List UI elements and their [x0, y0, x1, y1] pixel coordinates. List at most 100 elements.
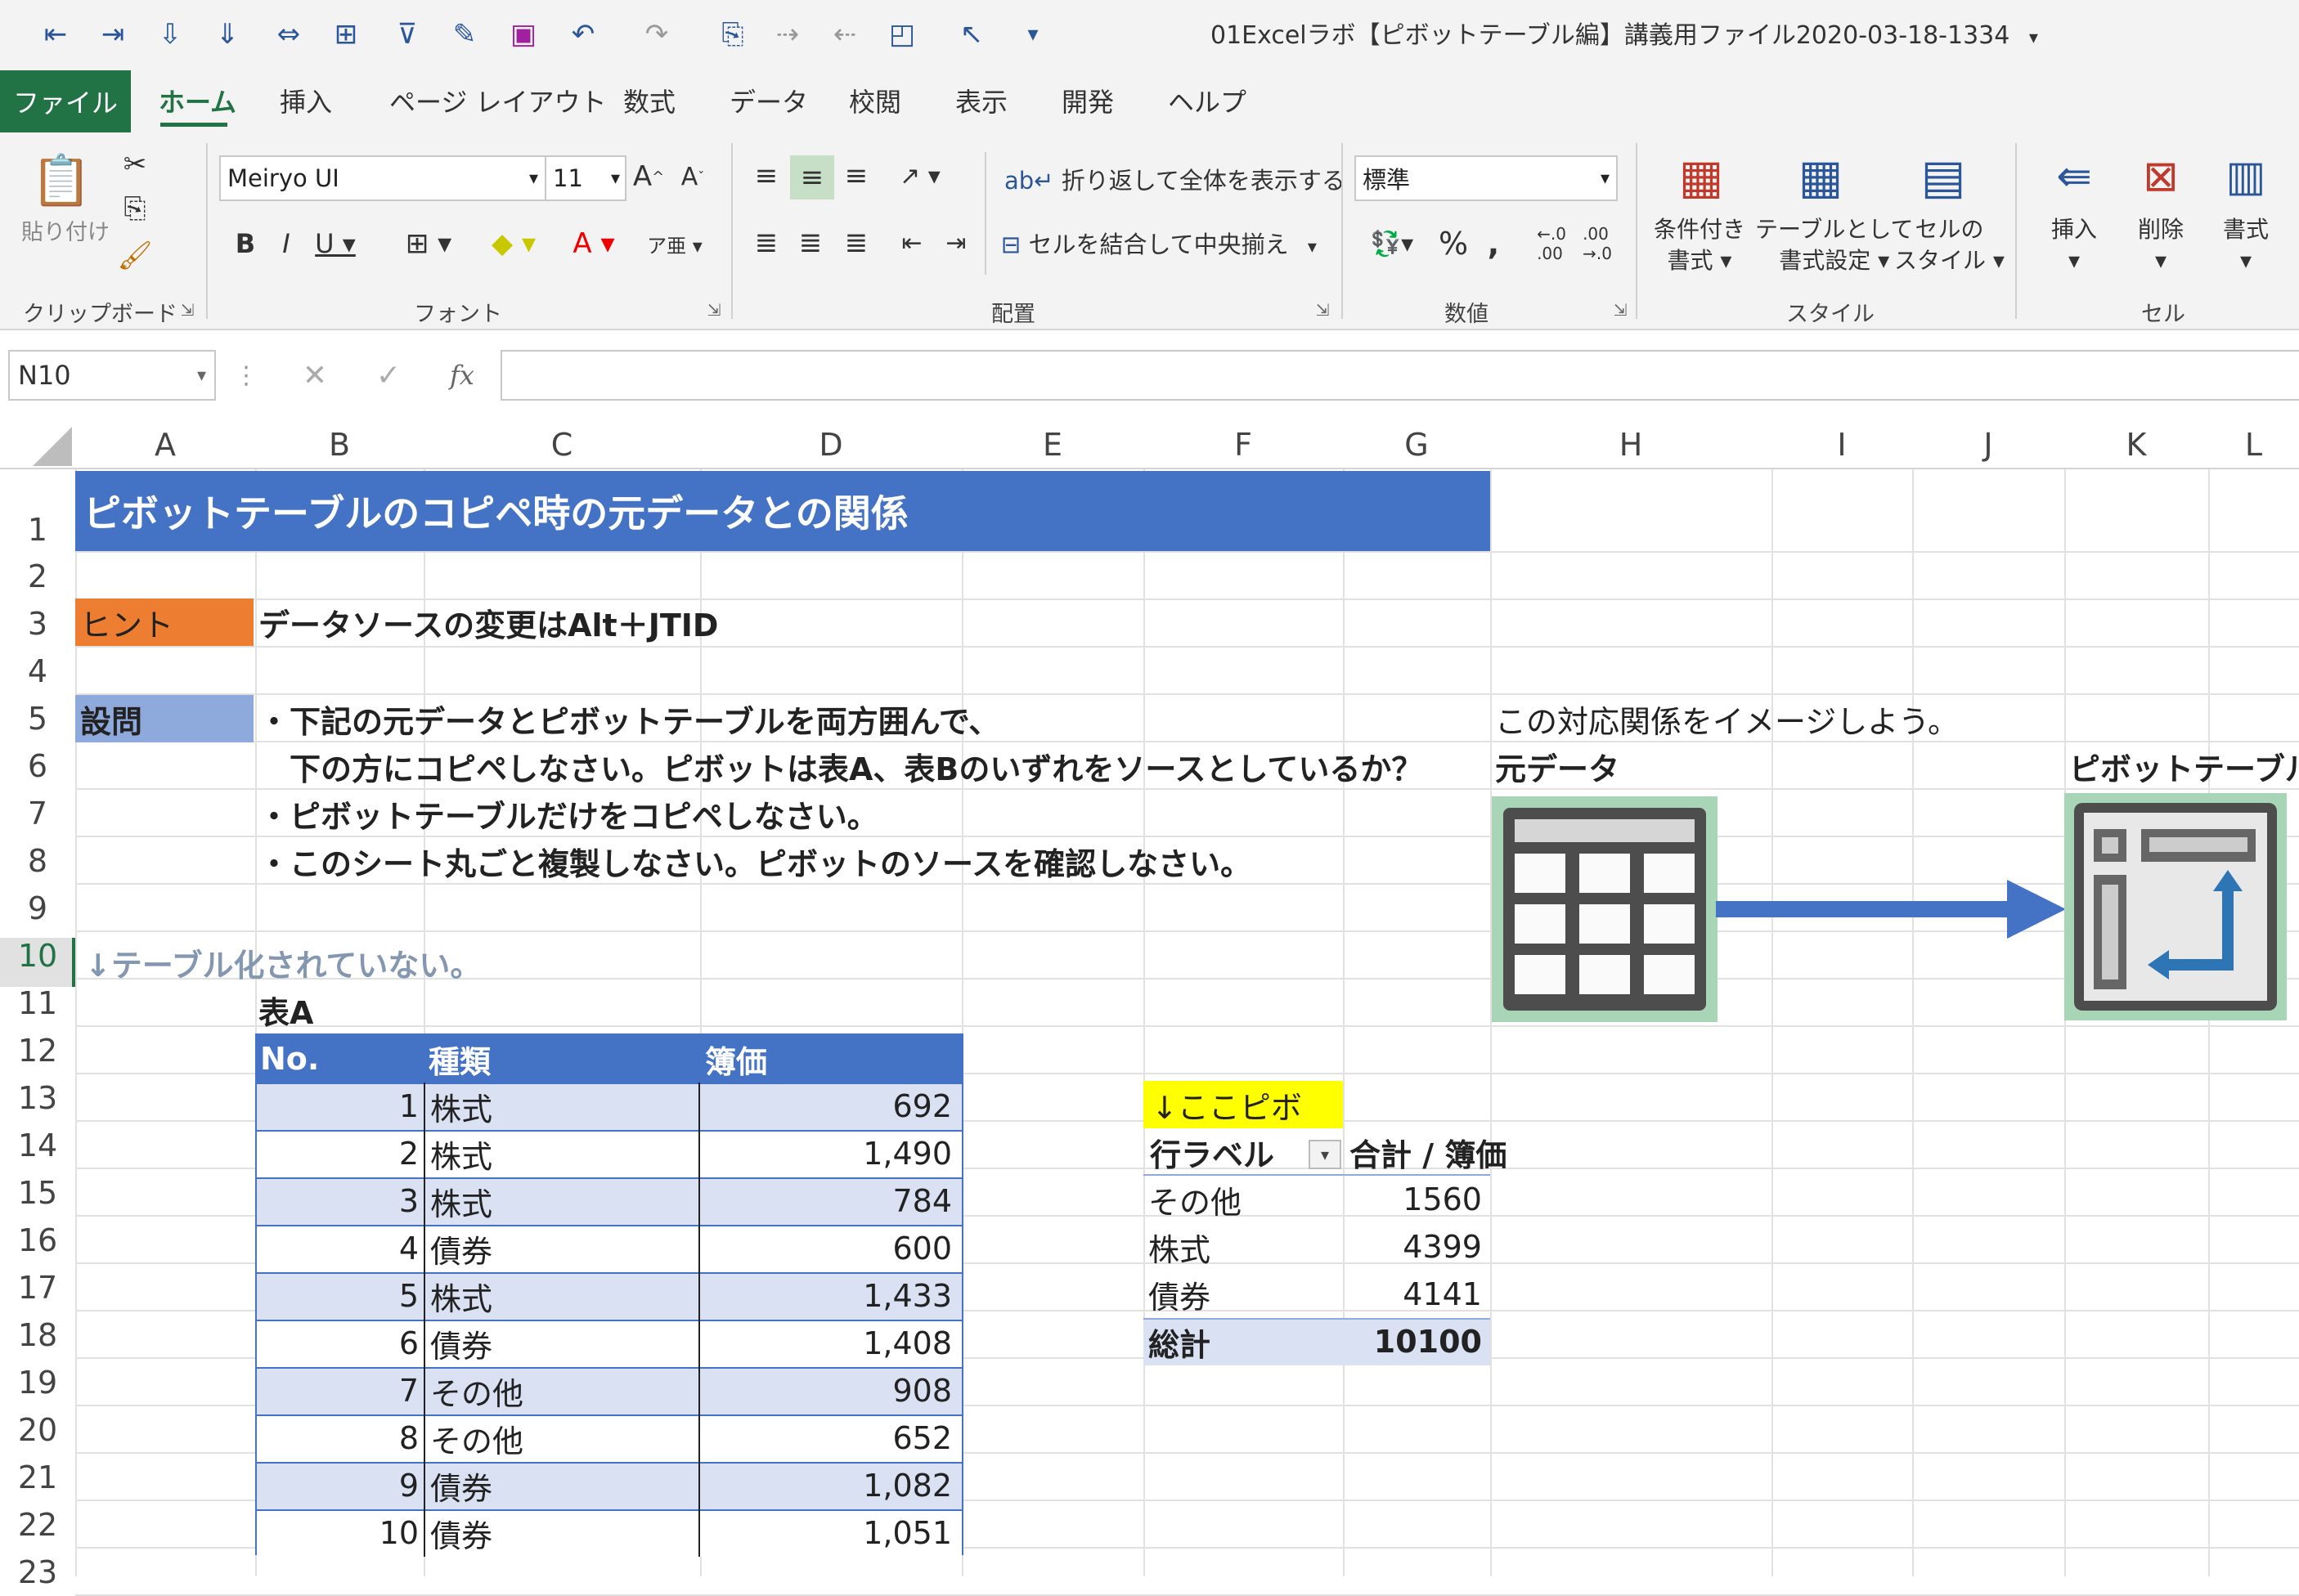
pivot-row-value[interactable]: 1560: [1343, 1176, 1482, 1223]
table-a-type[interactable]: 債券: [430, 1225, 492, 1272]
table-a-value[interactable]: 784: [703, 1177, 952, 1225]
align-left-icon[interactable]: ≣: [746, 222, 787, 263]
conditional-formatting-icon[interactable]: ▦: [1668, 147, 1734, 206]
row-header-13[interactable]: 13: [0, 1074, 75, 1122]
table-a-value[interactable]: 652: [703, 1414, 952, 1462]
row-header-16[interactable]: 16: [0, 1217, 75, 1264]
table-a-type[interactable]: その他: [430, 1367, 523, 1414]
tab-help[interactable]: ヘルプ: [1168, 82, 1246, 119]
font-family-combo[interactable]: Meiryo UI ▾: [219, 155, 546, 201]
qat-indent-icon[interactable]: ⇢: [765, 11, 810, 57]
insert-function-icon[interactable]: fx: [442, 355, 483, 396]
insert-cells-icon[interactable]: ⇚: [2041, 147, 2107, 206]
column-header-c[interactable]: C: [424, 420, 700, 469]
orientation-icon[interactable]: ↗ ▾: [891, 155, 949, 196]
table-a-value[interactable]: 1,490: [703, 1130, 952, 1177]
table-a-type[interactable]: その他: [430, 1414, 523, 1462]
question-2[interactable]: ・ピボットテーブルだけをコピペしなさい。: [258, 790, 878, 837]
qat-shapes-icon[interactable]: ◰: [879, 11, 925, 57]
copy-icon[interactable]: ⎘: [115, 190, 155, 227]
pivot-table-label[interactable]: ピボットテーブル: [2069, 742, 2299, 790]
formula-input[interactable]: [501, 350, 2299, 401]
column-header-d[interactable]: D: [700, 420, 962, 469]
conditional-formatting-button[interactable]: 条件付き 書式 ▾: [1654, 214, 1745, 276]
percent-icon[interactable]: %: [1435, 221, 1472, 267]
pivot-marker[interactable]: ↓ここピボ: [1143, 1081, 1343, 1128]
qat-redo-icon[interactable]: ↷: [634, 11, 680, 57]
format-painter-icon[interactable]: 🖌: [115, 237, 155, 275]
not-table-note[interactable]: ↓テーブル化されていない。: [85, 939, 481, 986]
qat-edit-icon[interactable]: ✎: [442, 11, 487, 57]
table-a-no[interactable]: 9: [257, 1462, 419, 1509]
tab-insert[interactable]: 挿入: [280, 82, 332, 119]
paste-icon[interactable]: 📋: [25, 147, 98, 213]
tab-view[interactable]: 表示: [955, 82, 1008, 119]
tab-review[interactable]: 校閲: [849, 82, 901, 119]
align-center-icon[interactable]: ≣: [790, 222, 831, 263]
row-header-8[interactable]: 8: [0, 837, 75, 885]
pivot-row-label[interactable]: その他: [1148, 1176, 1242, 1223]
column-header-b[interactable]: B: [255, 420, 424, 469]
phonetic-icon[interactable]: ア亜 ▾: [646, 221, 703, 267]
font-color-icon[interactable]: A ▾: [566, 221, 622, 267]
number-launcher-icon[interactable]: ⇲: [1608, 298, 1632, 322]
table-a-no[interactable]: 6: [257, 1320, 419, 1367]
row-header-21[interactable]: 21: [0, 1454, 75, 1501]
row-header-22[interactable]: 22: [0, 1501, 75, 1549]
decrease-decimal-icon[interactable]: .00 →.0: [1577, 221, 1618, 267]
number-format-combo[interactable]: 標準 ▾: [1354, 155, 1618, 201]
qat-remove-icon[interactable]: ⇓: [204, 11, 250, 57]
table-a-type[interactable]: 債券: [430, 1509, 492, 1557]
document-title[interactable]: 01Excelラボ【ピボットテーブル編】講義用ファイル2020-03-18-13…: [1210, 15, 2038, 51]
pivot-value-header[interactable]: 合計 / 簿価: [1349, 1128, 1506, 1176]
italic-icon[interactable]: I: [268, 221, 304, 267]
hint-label[interactable]: ヒント: [75, 598, 254, 646]
qat-delete-cells-icon[interactable]: ⇥: [90, 11, 136, 57]
table-a-type[interactable]: 株式: [430, 1083, 492, 1130]
qat-outdent-icon[interactable]: ⇠: [822, 11, 868, 57]
table-a-type[interactable]: 株式: [430, 1130, 492, 1177]
cell-styles-icon[interactable]: ▤: [1911, 147, 1976, 206]
row-header-2[interactable]: 2: [0, 553, 75, 600]
table-a-value[interactable]: 600: [703, 1225, 952, 1272]
select-all-corner[interactable]: [0, 420, 75, 469]
tab-formulas[interactable]: 数式: [623, 82, 676, 119]
row-header-5[interactable]: 5: [0, 695, 75, 742]
table-a-value[interactable]: 1,082: [703, 1462, 952, 1509]
align-right-icon[interactable]: ≣: [836, 222, 877, 263]
borders-icon[interactable]: ⊞ ▾: [396, 221, 461, 267]
shrink-font-icon[interactable]: Aˇ: [674, 154, 712, 200]
table-a-value[interactable]: 692: [703, 1083, 952, 1130]
font-size-combo[interactable]: 11 ▾: [545, 155, 626, 201]
question-3[interactable]: ・このシート丸ごと複製しなさい。ピボットのソースを確認しなさい。: [258, 837, 1251, 885]
align-middle-icon[interactable]: ≡: [790, 155, 834, 200]
table-a-value[interactable]: 908: [703, 1367, 952, 1414]
table-a-name[interactable]: 表A: [258, 986, 313, 1033]
row-header-1[interactable]: 1: [0, 469, 75, 553]
fill-color-icon[interactable]: ◆ ▾: [481, 221, 546, 267]
row-header-10[interactable]: 10: [0, 932, 75, 980]
column-header-a[interactable]: A: [75, 420, 255, 469]
table-a-no[interactable]: 5: [257, 1272, 419, 1320]
column-header-g[interactable]: G: [1343, 420, 1490, 469]
table-a-type[interactable]: 債券: [430, 1462, 492, 1509]
source-data-label[interactable]: 元データ: [1495, 742, 1619, 790]
table-a-type[interactable]: 債券: [430, 1320, 492, 1367]
source-table-graphic[interactable]: [1492, 796, 1718, 1022]
table-a-value[interactable]: 1,408: [703, 1320, 952, 1367]
decrease-indent-icon[interactable]: ⇤: [891, 222, 932, 263]
cancel-entry-icon[interactable]: ✕: [294, 355, 335, 396]
qat-borders-icon[interactable]: ⊞: [323, 11, 369, 57]
font-launcher-icon[interactable]: ⇲: [702, 298, 726, 322]
sheet-title[interactable]: ピボットテーブルのコピペ時の元データとの関係: [75, 471, 1490, 551]
pivot-row-value[interactable]: 4399: [1343, 1223, 1482, 1271]
cell-styles-button[interactable]: セルの スタイル ▾: [1894, 214, 2005, 276]
pivot-table-graphic[interactable]: [2064, 793, 2287, 1020]
format-cells-icon[interactable]: ▥: [2213, 147, 2279, 206]
tab-home[interactable]: ホーム: [159, 82, 236, 119]
row-header-17[interactable]: 17: [0, 1264, 75, 1311]
qat-filter-icon[interactable]: ⊽: [384, 11, 430, 57]
table-a-no[interactable]: 7: [257, 1367, 419, 1414]
row-header-12[interactable]: 12: [0, 1027, 75, 1074]
table-a-value[interactable]: 1,433: [703, 1272, 952, 1320]
